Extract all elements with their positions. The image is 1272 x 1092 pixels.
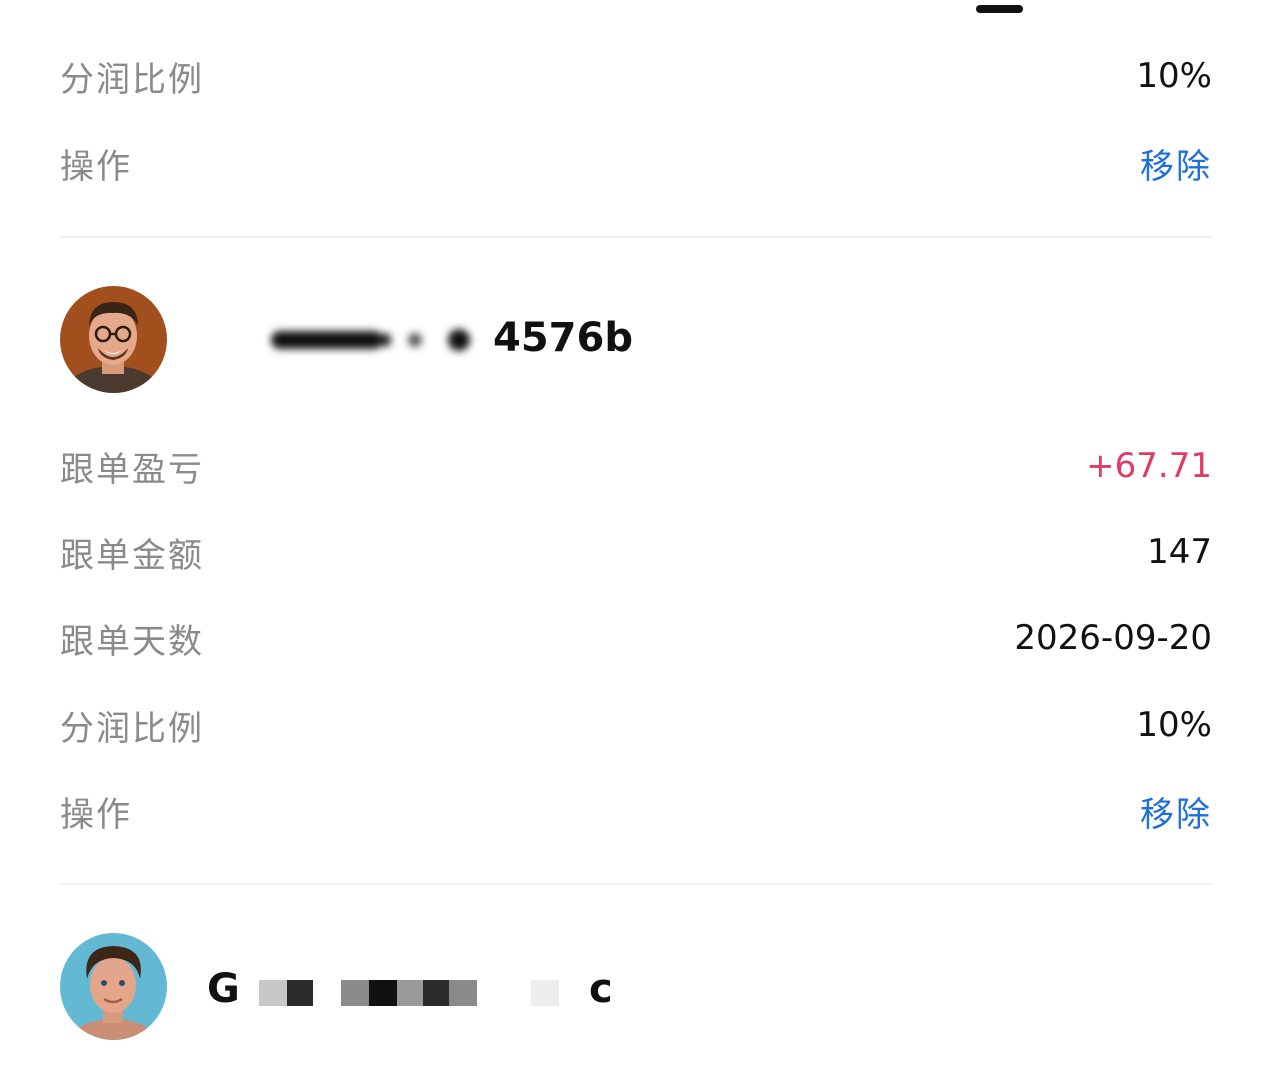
divider <box>60 883 1212 885</box>
avatar <box>60 932 167 1040</box>
privacy-mosaic <box>259 980 287 1006</box>
username-suffix: c <box>589 966 613 1012</box>
value-copy-pnl: +67.71 <box>1086 446 1212 486</box>
value-copy-days: 2026-09-20 <box>1014 618 1212 658</box>
copy-trading-list: 分润比例 10% 操作 移除 4576b 跟单盈亏 +67.71 跟单金额 14… <box>0 0 1272 1092</box>
label-action: 操作 <box>60 794 132 835</box>
privacy-mosaic <box>369 980 397 1006</box>
value-copy-amount: 147 <box>1147 532 1212 572</box>
drag-handle[interactable] <box>976 5 1023 13</box>
remove-button[interactable]: 移除 <box>1140 787 1212 836</box>
avatar <box>60 285 167 393</box>
privacy-mosaic <box>531 980 559 1006</box>
privacy-mosaic <box>397 980 423 1006</box>
privacy-mosaic <box>423 980 449 1006</box>
row-profit-share: 分润比例 10% <box>60 695 1212 755</box>
privacy-mosaic <box>287 980 313 1006</box>
privacy-mosaic <box>449 980 477 1006</box>
label-profit-share: 分润比例 <box>60 59 204 100</box>
label-profit-share: 分润比例 <box>60 708 204 749</box>
username-suffix: 4576b <box>493 315 633 361</box>
value-profit-share: 10% <box>1136 705 1212 745</box>
remove-button[interactable]: 移除 <box>1140 139 1212 188</box>
privacy-blur <box>271 329 470 351</box>
user-header[interactable]: 4576b <box>60 285 1212 393</box>
row-action: 操作 移除 <box>60 781 1212 841</box>
row-action: 操作 移除 <box>60 133 1212 193</box>
value-profit-share: 10% <box>1136 56 1212 96</box>
row-copy-days: 跟单天数 2026-09-20 <box>60 608 1212 668</box>
username-masked: 4576b <box>263 309 633 369</box>
privacy-mosaic <box>341 980 369 1006</box>
row-copy-pnl: 跟单盈亏 +67.71 <box>60 436 1212 496</box>
username-masked: G c <box>207 956 627 1016</box>
row-copy-amount: 跟单金额 147 <box>60 522 1212 582</box>
label-copy-amount: 跟单金额 <box>60 535 204 576</box>
divider <box>60 236 1212 238</box>
label-copy-days: 跟单天数 <box>60 621 204 662</box>
user-header[interactable]: G c <box>60 932 1212 1040</box>
label-action: 操作 <box>60 146 132 187</box>
label-copy-pnl: 跟单盈亏 <box>60 449 204 490</box>
username-prefix: G <box>207 966 240 1012</box>
row-profit-share: 分润比例 10% <box>60 46 1212 106</box>
